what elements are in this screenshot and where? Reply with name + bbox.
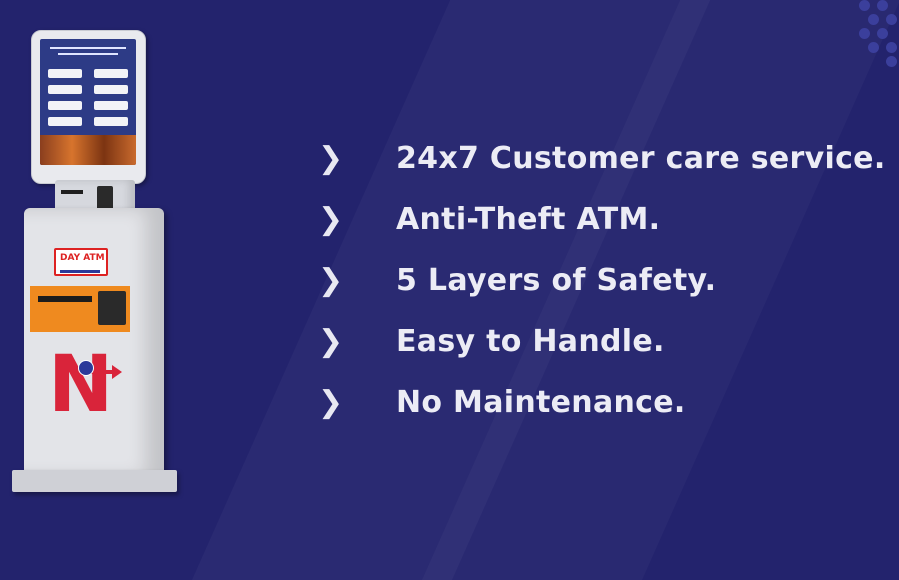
kiosk-cash-panel (30, 286, 130, 332)
feature-item: ❯ Easy to Handle. (318, 311, 886, 372)
feature-text: No Maintenance. (396, 385, 686, 420)
feature-item: ❯ No Maintenance. (318, 372, 886, 433)
chevron-right-double-icon: ❯ (318, 140, 344, 176)
feature-list: ❯ 24x7 Customer care service. ❯ Anti-The… (318, 128, 886, 433)
brand-badge-icon (78, 360, 94, 376)
kiosk-screen-ad (40, 135, 136, 165)
feature-text: 5 Layers of Safety. (396, 263, 717, 298)
feature-item: ❯ 5 Layers of Safety. (318, 250, 886, 311)
kiosk-body: DAY ATM N (24, 208, 164, 478)
kiosk-brand-mark: N (48, 340, 114, 430)
feature-item: ❯ 24x7 Customer care service. (318, 128, 886, 189)
kiosk-logo-text: DAY ATM (60, 253, 105, 263)
kiosk-screen (40, 39, 136, 165)
chevron-right-double-icon: ❯ (318, 323, 344, 359)
decorative-dots (829, 0, 899, 80)
chevron-right-double-icon: ❯ (318, 262, 344, 298)
feature-text: Anti-Theft ATM. (396, 202, 661, 237)
feature-text: Easy to Handle. (396, 324, 665, 359)
chevron-right-double-icon: ❯ (318, 384, 344, 420)
feature-item: ❯ Anti-Theft ATM. (318, 189, 886, 250)
kiosk-logo: DAY ATM (54, 248, 108, 276)
chevron-right-double-icon: ❯ (318, 201, 344, 237)
atm-kiosk-image: DAY ATM N (0, 0, 300, 501)
cash-slot (38, 296, 92, 302)
feature-text: 24x7 Customer care service. (396, 141, 886, 176)
kiosk-screen-head (31, 30, 146, 184)
kiosk-base (12, 470, 177, 492)
keypad (98, 291, 126, 325)
